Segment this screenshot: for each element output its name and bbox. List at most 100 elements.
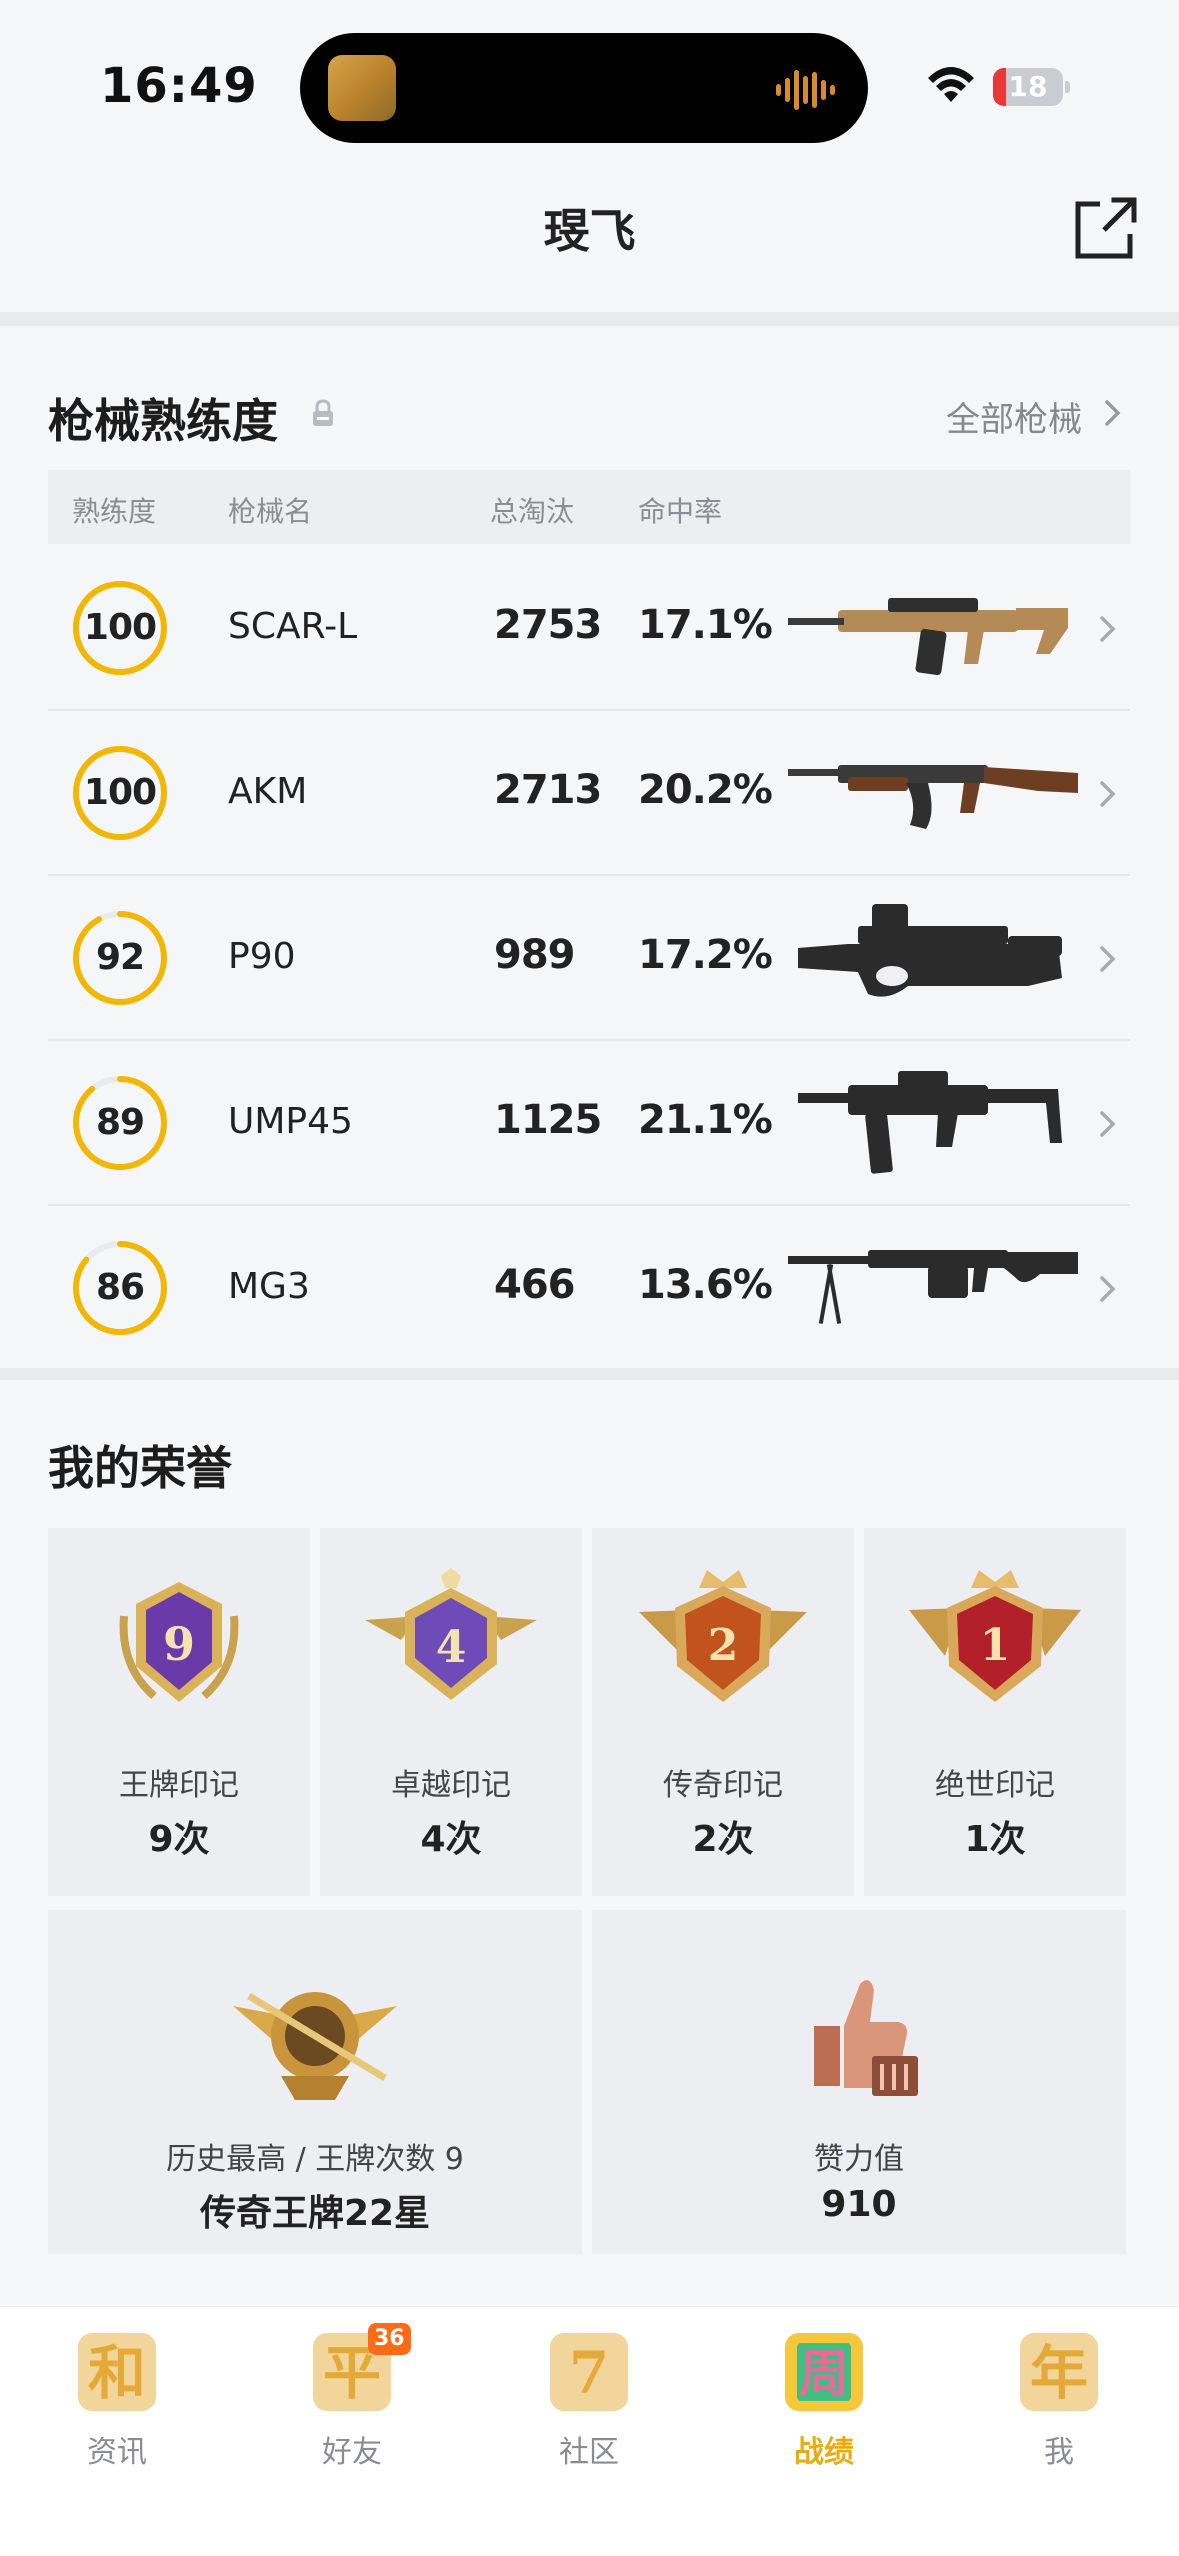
weapon-row[interactable]: 89 UMP45 1125 21.1%: [48, 1041, 1130, 1206]
tab-bar: 和 资讯 平 36 好友 7 社区 周 战绩 年 我: [0, 2306, 1179, 2556]
accuracy: 21.1%: [638, 1097, 773, 1143]
tab-community[interactable]: 7 社区: [499, 2327, 679, 2477]
lock-icon: [313, 399, 333, 426]
chevron-right-icon[interactable]: [1098, 1109, 1118, 1139]
honor-card-excellence-mark[interactable]: 4 卓越印记 4次: [320, 1528, 582, 1896]
proficiency-value: 86: [95, 1267, 145, 1308]
battery-percentage: 18: [1008, 70, 1048, 103]
tab-icon-glyph: 周: [799, 2344, 849, 2403]
tab-icon-glyph: 7: [569, 2339, 609, 2407]
weapon-name: AKM: [228, 771, 308, 812]
weapon-row[interactable]: 86 MG3 466 13.6%: [48, 1206, 1130, 1371]
honor-section-title: 我的荣誉: [48, 1441, 232, 1495]
proficiency-value: 100: [83, 607, 157, 648]
column-header-accuracy: 命中率: [638, 495, 723, 528]
record-tab-icon: 周: [785, 2333, 863, 2411]
community-tab-icon: 7: [550, 2333, 628, 2411]
accuracy: 17.1%: [638, 602, 773, 648]
rank-emblem-icon: [233, 1992, 397, 2100]
now-playing-thumbnail: [328, 55, 396, 121]
legend-mark-badge-icon: 2: [639, 1570, 807, 1702]
chevron-right-icon[interactable]: [1098, 1274, 1118, 1304]
column-header-weapon-name: 枪械名: [228, 495, 313, 528]
honor-card-likes[interactable]: 赞力值 910: [592, 1910, 1126, 2254]
page-title: 琝飞: [543, 204, 636, 258]
proficiency-value: 92: [95, 937, 145, 978]
chevron-right-icon[interactable]: [1103, 398, 1123, 428]
accuracy: 20.2%: [638, 767, 773, 813]
weapon-name: MG3: [228, 1266, 310, 1307]
honor-card-highest-rank[interactable]: 历史最高 / 王牌次数 9 传奇王牌22星: [48, 1910, 582, 2254]
section-divider: [0, 1368, 1179, 1380]
badge-number: 1: [980, 1620, 1011, 1671]
audio-wave-icon: [776, 70, 835, 110]
tab-icon-glyph: 年: [1030, 2339, 1088, 2407]
tab-label: 资讯: [87, 2435, 147, 2470]
proficiency-value: 100: [83, 772, 157, 813]
weapon-row[interactable]: 100 AKM 2713 20.2%: [48, 711, 1130, 876]
likes-value: 910: [821, 2184, 897, 2225]
highest-rank-value: 传奇王牌22星: [199, 2193, 431, 2234]
honor-label: 卓越印记: [391, 1768, 511, 1803]
honor-count: 1次: [964, 1819, 1026, 1860]
total-kills: 989: [494, 932, 575, 978]
p90-smg-icon: [798, 904, 1062, 997]
weapon-table-header: 熟练度 枪械名 总淘汰 命中率: [48, 470, 1130, 544]
section-divider: [0, 312, 1179, 326]
tab-friends[interactable]: 平 36 好友: [262, 2323, 442, 2477]
total-kills: 2713: [494, 767, 602, 813]
honor-label: 传奇印记: [663, 1768, 783, 1803]
honor-count: 2次: [692, 1819, 754, 1860]
tab-icon-glyph: 和: [88, 2339, 146, 2407]
mg3-machine-gun-icon: [788, 1250, 1078, 1324]
thumbs-up-icon: [814, 1980, 918, 2096]
honor-card-peerless-mark[interactable]: 1 绝世印记 1次: [864, 1528, 1126, 1896]
tab-label: 好友: [322, 2435, 382, 2470]
honor-count: 4次: [420, 1819, 482, 1860]
chevron-right-icon[interactable]: [1098, 944, 1118, 974]
battery-indicator: 18: [993, 68, 1071, 106]
weapon-name: P90: [228, 936, 296, 977]
news-tab-icon: 和: [78, 2333, 156, 2411]
notification-badge: 36: [368, 2323, 411, 2355]
scar-l-rifle-icon: [788, 598, 1068, 676]
tab-label: 战绩: [794, 2435, 854, 2470]
honor-label: 绝世印记: [935, 1768, 1055, 1803]
accuracy: 17.2%: [638, 932, 773, 978]
highest-rank-label: 历史最高 / 王牌次数 9: [166, 2142, 464, 2177]
ump45-smg-icon: [798, 1071, 1062, 1174]
weapon-section-title: 枪械熟练度: [48, 394, 278, 448]
honor-count: 9次: [148, 1819, 210, 1860]
column-header-total-kills: 总淘汰: [490, 495, 575, 528]
chevron-right-icon[interactable]: [1098, 614, 1118, 644]
tab-news[interactable]: 和 资讯: [27, 2327, 207, 2477]
weapon-name: SCAR-L: [228, 606, 358, 647]
excellence-mark-badge-icon: 4: [365, 1568, 537, 1700]
total-kills: 2753: [494, 602, 602, 648]
badge-number: 2: [708, 1620, 739, 1671]
accuracy: 13.6%: [638, 1262, 773, 1308]
all-weapons-link[interactable]: 全部枪械: [946, 392, 1082, 441]
badge-number: 4: [436, 1622, 467, 1673]
dynamic-island[interactable]: [300, 33, 868, 143]
akm-rifle-icon: [788, 765, 1078, 829]
weapon-row[interactable]: 100 SCAR-L 2753 17.1%: [48, 546, 1130, 711]
likes-label: 赞力值: [814, 2142, 904, 2177]
share-icon[interactable]: [1074, 196, 1138, 260]
tab-label: 我: [1044, 2435, 1074, 2470]
honor-label: 王牌印记: [119, 1768, 239, 1803]
honor-card-legend-mark[interactable]: 2 传奇印记 2次: [592, 1528, 854, 1896]
total-kills: 1125: [494, 1097, 602, 1143]
wifi-icon: [928, 67, 974, 102]
honor-card-ace-mark[interactable]: 9 王牌印记 9次: [48, 1528, 310, 1896]
badge-number: 9: [163, 1617, 195, 1671]
chevron-right-icon[interactable]: [1098, 779, 1118, 809]
weapon-row[interactable]: 92 P90 989 17.2%: [48, 876, 1130, 1041]
ace-mark-badge-icon: 9: [119, 1582, 239, 1702]
column-header-proficiency: 熟练度: [72, 495, 157, 528]
weapon-name: UMP45: [228, 1101, 353, 1142]
tab-label: 社区: [559, 2435, 619, 2470]
me-tab-icon: 年: [1020, 2333, 1098, 2411]
tab-me[interactable]: 年 我: [969, 2327, 1149, 2477]
tab-record[interactable]: 周 战绩: [734, 2327, 914, 2477]
